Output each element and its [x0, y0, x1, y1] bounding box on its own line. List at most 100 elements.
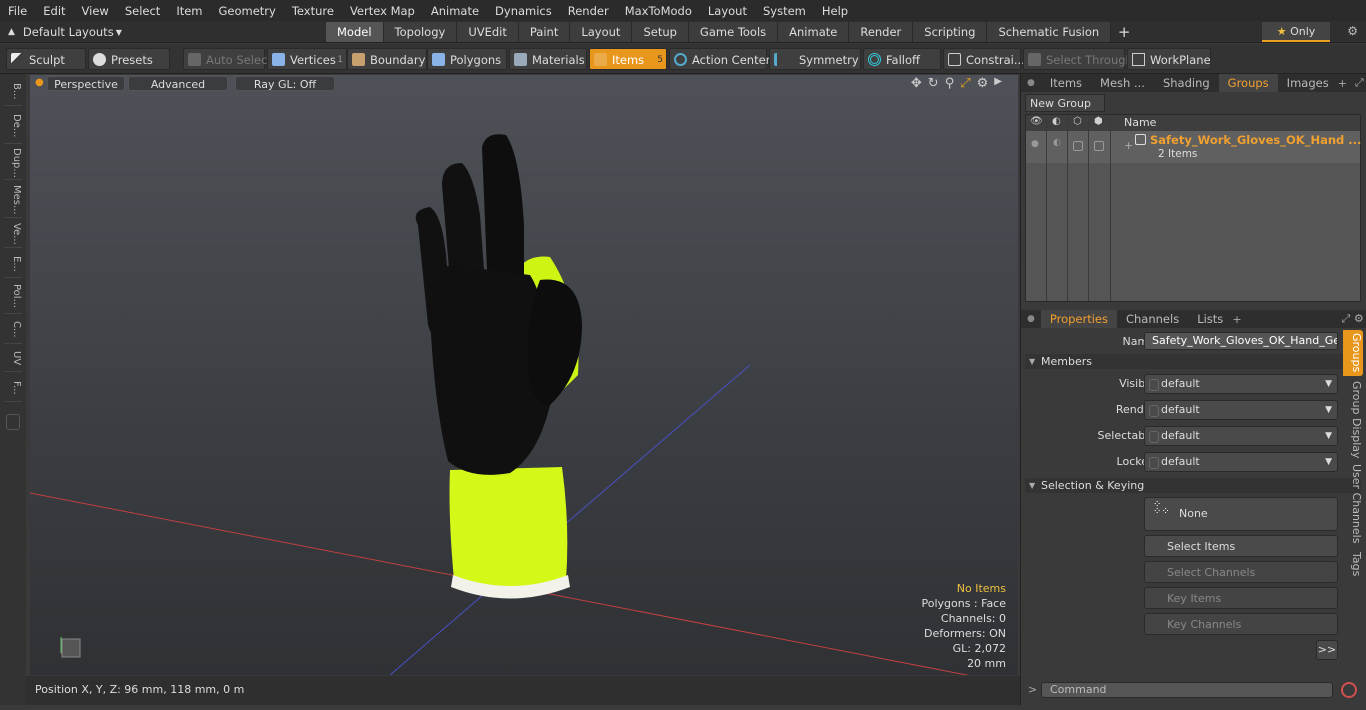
lock-toggle-icon[interactable]: ⬢: [1094, 116, 1103, 127]
tab-setup[interactable]: Setup: [632, 22, 689, 42]
expand-icon[interactable]: ⤢ ⚙: [1342, 312, 1364, 326]
expand-icon[interactable]: ⤢: [1355, 76, 1364, 90]
none-button[interactable]: ⁘ ⁘⁘ None: [1144, 497, 1338, 531]
select-channels-button[interactable]: Select Channels: [1144, 561, 1338, 583]
left-strip-toggle[interactable]: [6, 414, 20, 430]
sculpt-button[interactable]: Sculpt: [6, 48, 86, 70]
advanced-button[interactable]: Advanced: [128, 76, 228, 91]
auto-select-button[interactable]: Auto Select: [183, 48, 272, 70]
key-channels-button[interactable]: Key Channels: [1144, 613, 1338, 635]
menu-view[interactable]: View: [74, 4, 117, 18]
tab-uvedit[interactable]: UVEdit: [457, 22, 519, 42]
gear-icon[interactable]: ⚙: [1347, 24, 1358, 38]
rotate-icon[interactable]: ↻: [928, 76, 939, 91]
menu-edit[interactable]: Edit: [35, 4, 73, 18]
pan-icon[interactable]: ✥: [911, 76, 922, 91]
row-eye-icon[interactable]: ●: [1031, 139, 1039, 149]
only-button[interactable]: ★ Only: [1262, 22, 1330, 42]
workplane-button[interactable]: WorkPlane: [1127, 48, 1211, 70]
boundary-button[interactable]: Boundary: [347, 48, 427, 70]
menu-select[interactable]: Select: [117, 4, 168, 18]
panel-dot-icon[interactable]: ●: [1021, 314, 1041, 324]
tab-images[interactable]: Images: [1278, 74, 1338, 92]
collapse-icon[interactable]: ▲: [8, 27, 15, 37]
viewport-settings-icon[interactable]: ⚙: [977, 76, 989, 91]
tab-properties[interactable]: Properties: [1040, 310, 1117, 328]
selection-keying-section[interactable]: Selection & Keying: [1025, 478, 1361, 493]
menu-item[interactable]: Item: [168, 4, 210, 18]
tab-animate[interactable]: Animate: [778, 22, 850, 42]
tab-schematic-fusion[interactable]: Schematic Fusion: [987, 22, 1112, 42]
tab-paint[interactable]: Paint: [518, 22, 571, 42]
vertices-button[interactable]: Vertices 1: [267, 48, 347, 70]
add-panel-tab-icon[interactable]: +: [1232, 313, 1241, 326]
layout-selector[interactable]: ▲ Default Layouts ▼: [0, 21, 122, 43]
tab-scripting[interactable]: Scripting: [913, 22, 988, 42]
tab-topology[interactable]: Topology: [383, 22, 458, 42]
side-tab-group-display[interactable]: Group Display: [1343, 380, 1363, 460]
more-button[interactable]: >>: [1316, 640, 1338, 660]
menu-animate[interactable]: Animate: [423, 4, 487, 18]
new-group-button[interactable]: New Group: [1025, 94, 1105, 112]
raygl-button[interactable]: Ray GL: Off: [235, 76, 335, 91]
tab-model[interactable]: Model: [326, 22, 384, 42]
expand-plus-icon[interactable]: +: [1124, 139, 1133, 152]
left-tab-duplicate[interactable]: Dup...: [4, 146, 22, 180]
left-tab-curve[interactable]: C...: [4, 316, 22, 344]
falloff-button[interactable]: Falloff: [863, 48, 941, 70]
tab-render[interactable]: Render: [849, 22, 914, 42]
tab-items[interactable]: Items: [1041, 74, 1091, 92]
left-tab-basic[interactable]: B...: [4, 78, 22, 106]
menu-file[interactable]: File: [0, 4, 35, 18]
visible-dropdown[interactable]: default ▼: [1144, 374, 1338, 394]
left-tab-edge[interactable]: E...: [4, 250, 22, 278]
zoom-icon[interactable]: ⚲: [945, 76, 955, 91]
perspective-button[interactable]: Perspective: [47, 76, 125, 91]
menu-dynamics[interactable]: Dynamics: [487, 4, 560, 18]
menu-system[interactable]: System: [755, 4, 814, 18]
menu-vertex-map[interactable]: Vertex Map: [342, 4, 423, 18]
add-panel-tab-icon[interactable]: +: [1338, 77, 1347, 90]
side-tab-groups[interactable]: Groups: [1343, 330, 1363, 376]
render-toggle-icon[interactable]: ◐: [1052, 116, 1061, 127]
name-column-header[interactable]: Name: [1124, 116, 1156, 129]
key-items-button[interactable]: Key Items: [1144, 587, 1338, 609]
menu-geometry[interactable]: Geometry: [211, 4, 284, 18]
select-through-button[interactable]: Select Through: [1023, 48, 1133, 70]
tab-game-tools[interactable]: Game Tools: [688, 22, 779, 42]
selectable-dropdown[interactable]: default ▼: [1144, 426, 1338, 446]
eye-icon[interactable]: 👁: [1030, 116, 1043, 127]
constrain-button[interactable]: Constrai...: [943, 48, 1025, 70]
panel-dot-icon[interactable]: ●: [1021, 78, 1041, 88]
viewport-menu-dot-icon[interactable]: ●: [35, 77, 44, 88]
members-section[interactable]: Members: [1025, 354, 1361, 369]
name-field[interactable]: Safety_Work_Gloves_OK_Hand_Gest: [1144, 332, 1338, 350]
select-items-button[interactable]: Select Items: [1144, 535, 1338, 557]
left-tab-vertex[interactable]: Ve...: [4, 220, 22, 248]
play-icon[interactable]: ▶: [994, 76, 1002, 91]
add-tab-icon[interactable]: +: [1111, 22, 1137, 42]
tab-layout[interactable]: Layout: [570, 22, 633, 42]
left-tab-deform[interactable]: De...: [4, 108, 22, 144]
command-input[interactable]: Command: [1041, 682, 1333, 698]
group-row[interactable]: ● ◐ + Safety_Work_Gloves_OK_Hand ... 2 I…: [1026, 131, 1361, 163]
side-tab-user-channels[interactable]: User Channels: [1343, 464, 1363, 544]
menu-maxtomodo[interactable]: MaxToModo: [617, 4, 700, 18]
left-tab-mesh[interactable]: Mes...: [4, 182, 22, 218]
left-tab-uv[interactable]: UV: [4, 346, 22, 372]
render-dropdown[interactable]: default ▼: [1144, 400, 1338, 420]
side-tab-tags[interactable]: Tags: [1343, 548, 1363, 580]
tab-shading[interactable]: Shading: [1154, 74, 1219, 92]
menu-texture[interactable]: Texture: [284, 4, 342, 18]
menu-layout[interactable]: Layout: [700, 4, 755, 18]
row-lock-checkbox[interactable]: [1094, 141, 1104, 151]
symmetry-button[interactable]: Symmetry: [769, 48, 861, 70]
items-button[interactable]: Items 5: [589, 48, 667, 70]
locked-dropdown[interactable]: default ▼: [1144, 452, 1338, 472]
3d-viewport[interactable]: ● Perspective Advanced Ray GL: Off ✥ ↻ ⚲…: [30, 75, 1018, 675]
tab-mesh[interactable]: Mesh ...: [1091, 74, 1154, 92]
menu-help[interactable]: Help: [814, 4, 856, 18]
tab-groups[interactable]: Groups: [1218, 74, 1278, 92]
select-toggle-icon[interactable]: ⬡: [1073, 116, 1082, 127]
row-render-icon[interactable]: ◐: [1053, 138, 1061, 148]
